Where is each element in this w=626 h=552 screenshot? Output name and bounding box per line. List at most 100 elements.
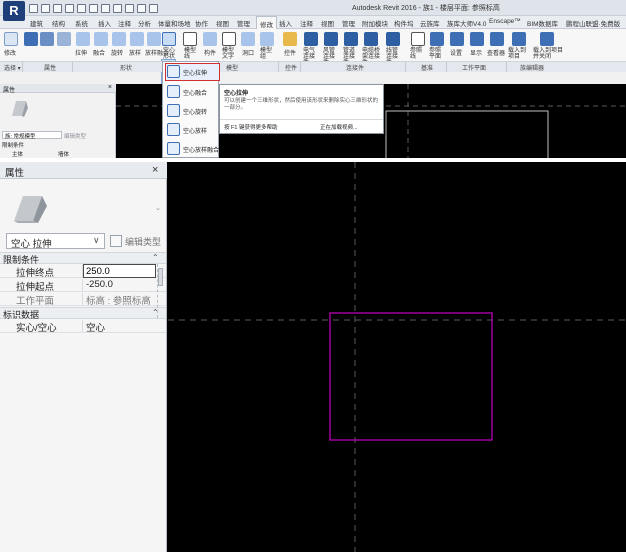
- tab-analyze[interactable]: 分析: [138, 18, 151, 28]
- void-forms-icon[interactable]: [162, 32, 176, 46]
- top-properties-panel: 属性 × 族: 常规模型 编辑类型 限制条件 主体 墙体: [0, 84, 116, 158]
- top-edit-type-button[interactable]: 编辑类型: [64, 132, 86, 140]
- tab-enscape[interactable]: Enscape™: [489, 18, 521, 25]
- revolve-icon[interactable]: [112, 32, 126, 46]
- drawing-canvas[interactable]: [168, 162, 626, 552]
- void-extrusion-sketch[interactable]: [329, 312, 493, 441]
- top-section-constraints[interactable]: 限制条件: [2, 141, 24, 149]
- solid-void-value[interactable]: 空心: [84, 320, 156, 334]
- load-into-project-icon[interactable]: [512, 32, 526, 46]
- print-icon[interactable]: [77, 3, 86, 13]
- electrical-connector-icon[interactable]: [304, 32, 318, 46]
- tab-manage-2[interactable]: 管理: [342, 18, 355, 28]
- panel-label-properties: 属性: [44, 66, 57, 72]
- dropdown-item-void-extrusion[interactable]: 空心拉伸: [165, 62, 220, 81]
- top-prop-host-value[interactable]: 墙体: [58, 150, 69, 158]
- section-constraints[interactable]: 限制条件 ⌃: [0, 252, 166, 265]
- modify-icon[interactable]: [4, 32, 18, 46]
- properties-scrollbar-thumb[interactable]: [158, 268, 163, 286]
- control-icon[interactable]: [283, 32, 297, 46]
- panel-label-control: 控件: [285, 66, 298, 72]
- model-text-icon[interactable]: [222, 32, 236, 46]
- duct-connector-icon[interactable]: [324, 32, 338, 46]
- tab-create[interactable]: 修改: [256, 16, 277, 29]
- viewer-icon[interactable]: [490, 32, 504, 46]
- tab-manage[interactable]: 管理: [237, 18, 250, 28]
- ribbon-label-component: 构件: [204, 51, 217, 57]
- opening-icon[interactable]: [241, 32, 255, 46]
- measure-icon[interactable]: [89, 3, 98, 13]
- panel-label-select[interactable]: 选择 ▾: [4, 63, 21, 72]
- tab-view-2[interactable]: 视图: [321, 18, 334, 28]
- model-line-icon[interactable]: [183, 32, 197, 46]
- sweep-icon[interactable]: [130, 32, 144, 46]
- section-identity-data[interactable]: 标识数据 ⌃: [0, 307, 166, 320]
- family-types-icon[interactable]: [40, 32, 54, 46]
- panel-label-forms: 形状: [120, 66, 133, 72]
- tab-systems[interactable]: 系统: [75, 18, 88, 28]
- dropdown-item-label: 空心融合: [183, 91, 208, 97]
- swept-blend-icon[interactable]: [147, 32, 161, 46]
- close-hidden-icon[interactable]: [137, 3, 146, 13]
- dropdown-item-void-sweep[interactable]: 空心放样: [165, 120, 218, 139]
- tab-alliance[interactable]: 鹏程山联盟·免费版: [566, 18, 620, 28]
- pipe-connector-icon[interactable]: [344, 32, 358, 46]
- reference-line-icon[interactable]: [411, 32, 425, 46]
- dropdown-item-label: 空心旋转: [183, 110, 208, 116]
- type-selector-dropdown[interactable]: 空心 拉伸 ∨: [6, 233, 105, 250]
- close-icon[interactable]: ×: [108, 84, 112, 91]
- cable-tray-connector-icon[interactable]: [364, 32, 378, 46]
- tab-cloud-library[interactable]: 云族库: [420, 18, 440, 28]
- editor-screenshot: 属性 × ⌄ 空心 拉伸 ∨ 编辑类型 限制条件 ⌃ 拉伸终点 拉伸起点 -25…: [0, 162, 626, 552]
- reference-plane-icon[interactable]: [430, 32, 444, 46]
- properties-icon[interactable]: [24, 32, 38, 46]
- tab-massing-site[interactable]: 体量和场地: [158, 18, 191, 28]
- tab-annotate-2[interactable]: 注释: [300, 18, 313, 28]
- tooltip-void-extrusion: 空心拉伸 可以创建一个三维形状，然后使用该形状来删除实心三维形状的一部分。 按 …: [219, 84, 384, 134]
- family-category-icon[interactable]: [57, 32, 71, 46]
- ribbon-label-set: 设置: [450, 51, 463, 57]
- tab-annotate[interactable]: 注释: [118, 18, 131, 28]
- tab-component-dock[interactable]: 构件坞: [394, 18, 414, 28]
- show-workplane-icon[interactable]: [470, 32, 484, 46]
- type-gallery-chevron-icon[interactable]: ⌄: [155, 204, 161, 212]
- prop-row-extrusion-end: 拉伸终点: [0, 264, 166, 279]
- open-icon[interactable]: [29, 3, 38, 13]
- redo-icon[interactable]: [65, 3, 74, 13]
- extrusion-icon[interactable]: [76, 32, 90, 46]
- 3d-view-icon[interactable]: [113, 3, 122, 13]
- switch-window-icon[interactable]: [149, 3, 158, 13]
- ribbon-tab-bar: 建筑 结构 系统 插入 注释 分析 体量和场地 协作 视图 管理 修改 插入 注…: [0, 16, 626, 29]
- set-workplane-icon[interactable]: [450, 32, 464, 46]
- revit-logo-icon[interactable]: R: [3, 1, 25, 21]
- load-and-close-icon[interactable]: [540, 32, 554, 46]
- save-icon[interactable]: [41, 3, 50, 13]
- text-icon[interactable]: [101, 3, 110, 13]
- model-group-icon[interactable]: [260, 32, 274, 46]
- tab-view[interactable]: 视图: [216, 18, 229, 28]
- tab-architecture[interactable]: 建筑: [30, 18, 43, 28]
- dropdown-item-void-blend[interactable]: 空心融合: [165, 82, 218, 101]
- void-extrusion-icon: [167, 65, 180, 78]
- collapse-chevron-icon[interactable]: ⌃: [152, 253, 159, 262]
- conduit-connector-icon[interactable]: [386, 32, 400, 46]
- ribbon-label-load: 载入到项目: [508, 48, 527, 60]
- extrusion-start-value[interactable]: -250.0: [84, 279, 156, 291]
- component-icon[interactable]: [203, 32, 217, 46]
- dropdown-item-void-revolve[interactable]: 空心旋转: [165, 101, 218, 120]
- tab-collaborate[interactable]: 协作: [195, 18, 208, 28]
- close-icon[interactable]: ×: [152, 164, 158, 176]
- edit-type-button[interactable]: 编辑类型: [108, 233, 166, 249]
- tab-bim-database[interactable]: BIM数据库: [527, 18, 558, 28]
- tab-structure[interactable]: 结构: [52, 18, 65, 28]
- dropdown-item-void-swept-blend[interactable]: 空心放样融合: [165, 139, 219, 158]
- extrusion-end-input[interactable]: [83, 264, 156, 278]
- tab-insert[interactable]: 插入: [98, 18, 111, 28]
- sync-icon[interactable]: [125, 3, 134, 13]
- tab-insert-2[interactable]: 插入: [279, 18, 292, 28]
- undo-icon[interactable]: [53, 3, 62, 13]
- top-type-selector[interactable]: 族: 常规模型: [2, 131, 62, 140]
- tab-addins[interactable]: 附加模块: [362, 18, 388, 28]
- blend-icon[interactable]: [94, 32, 108, 46]
- tab-family-master[interactable]: 族库大师V4.0: [447, 18, 486, 28]
